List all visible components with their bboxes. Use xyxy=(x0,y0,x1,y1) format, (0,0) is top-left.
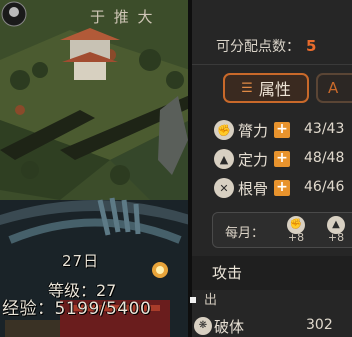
separator xyxy=(192,64,352,65)
stat-label: 根骨 xyxy=(238,179,269,198)
monthly-bonus: 每月： ✊ +8 ▲ +8 xyxy=(212,212,352,248)
avatar-icon[interactable] xyxy=(0,0,30,30)
break-icon: ❋ xyxy=(194,317,212,335)
attribute-panel: 可分配点数： 5 ☰ 属性 A ✊ 膂力 + 43/43 ▲ 定力 + 48/48… xyxy=(192,0,352,337)
attribute-icon: ☰ xyxy=(241,80,253,96)
monthly-bonus-focus: ▲ +8 xyxy=(325,216,347,244)
add-focus-button[interactable]: + xyxy=(274,151,291,167)
map-banner-text: 于 推 大 xyxy=(90,8,155,26)
cursor-marker xyxy=(190,297,196,303)
next-tab-icon: A xyxy=(328,79,339,97)
available-points-label: 可分配点数： xyxy=(216,39,300,55)
stat-break: ❋ 破体 302 xyxy=(192,314,352,337)
break-label: 破体 xyxy=(214,318,245,336)
section-attack-header: 攻击 xyxy=(192,256,352,290)
monthly-bonus-strength: ✊ +8 xyxy=(285,216,307,244)
constitution-icon: ✕ xyxy=(214,178,234,198)
stat-label: 膂力 xyxy=(238,121,269,140)
strength-icon: ✊ xyxy=(214,120,234,140)
available-points-value: 5 xyxy=(306,37,317,55)
stat-label: 定力 xyxy=(238,150,269,169)
add-strength-button[interactable]: + xyxy=(274,122,291,138)
player-experience: 经验：5199/5400 xyxy=(2,299,152,319)
stat-constitution: ✕ 根骨 + 46/46 xyxy=(214,177,344,199)
bonus-value: +8 xyxy=(327,231,345,244)
stat-value: 46/46 xyxy=(304,179,345,195)
available-points: 可分配点数： 5 xyxy=(216,36,316,56)
stat-value: 48/48 xyxy=(304,150,345,166)
add-constitution-button[interactable]: + xyxy=(274,180,291,196)
tab-next[interactable]: A xyxy=(316,73,352,103)
stat-strength: ✊ 膂力 + 43/43 xyxy=(214,119,344,141)
stat-focus: ▲ 定力 + 48/48 xyxy=(214,148,344,170)
section-title: 攻击 xyxy=(212,264,243,282)
stat-value: 43/43 xyxy=(304,121,345,137)
game-viewport[interactable]: 于 推 大 27日 等级：27 经验：5199/5400 xyxy=(0,0,190,337)
tab-attributes[interactable]: ☰ 属性 xyxy=(223,73,309,103)
bonus-value: +8 xyxy=(287,231,305,244)
break-value: 302 xyxy=(306,317,333,333)
monthly-label: 每月： xyxy=(225,226,265,241)
subsection-title: 出 xyxy=(204,293,218,308)
day-counter: 27日 xyxy=(62,252,100,270)
focus-icon: ▲ xyxy=(214,149,234,169)
tab-attributes-label: 属性 xyxy=(258,80,291,99)
